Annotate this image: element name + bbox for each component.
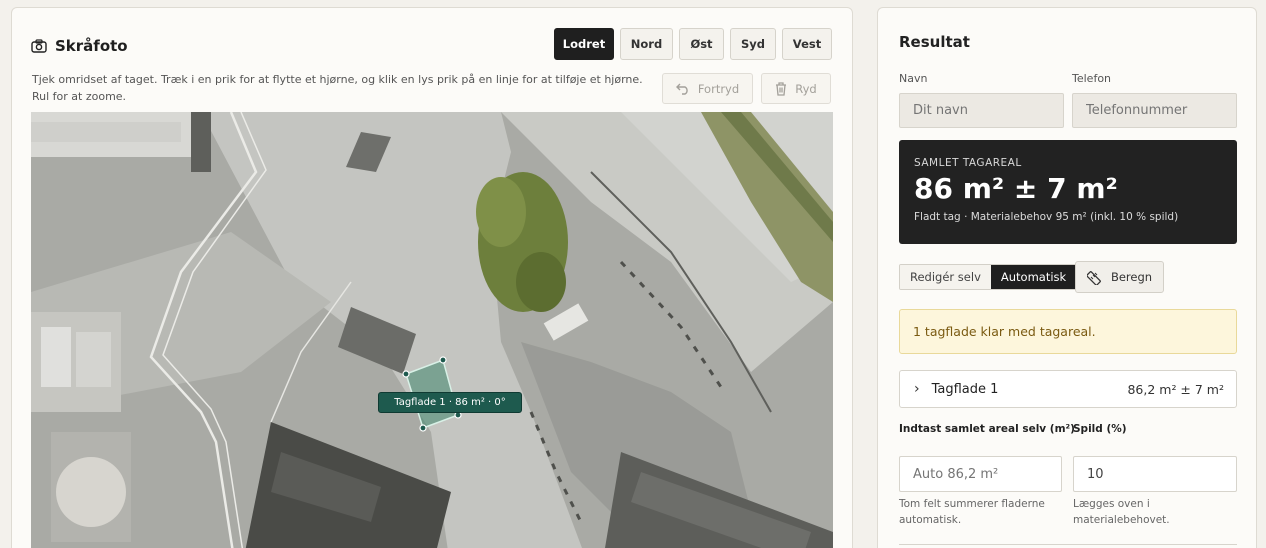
summary-value: 86 m² ± 7 m² [914, 172, 1118, 205]
facet-name: Tagflade 1 [931, 381, 999, 397]
calculate-label: Beregn [1110, 270, 1153, 284]
aerial-image [31, 112, 833, 548]
result-title: Resultat [899, 33, 970, 51]
waste-input-label: Spild (%) [1073, 423, 1127, 435]
roof-facet-row[interactable]: › Tagflade 1 86,2 m² ± 7 m² [899, 370, 1237, 408]
ruler-icon [1086, 271, 1101, 285]
panel-title: Skråfoto [55, 37, 128, 55]
result-panel: Resultat Navn Telefon SAMLET TAGAREAL 86… [877, 7, 1257, 548]
total-area-summary: SAMLET TAGAREAL 86 m² ± 7 m² Fladt tag ·… [899, 140, 1237, 244]
area-input-label: Indtast samlet areal selv (m²) [899, 423, 1075, 435]
facet-value: 86,2 m² ± 7 m² [1127, 381, 1224, 397]
summary-subtext: Fladt tag · Materialebehov 95 m² (inkl. … [914, 211, 1179, 223]
clear-label: Ryd [795, 81, 817, 96]
view-selector: Lodret Nord Øst Syd Vest [554, 28, 832, 60]
mode-toggle: Redigér selv Automatisk [899, 264, 1078, 290]
edit-tools: Fortryd Ryd [662, 73, 831, 104]
phone-input[interactable] [1072, 93, 1237, 128]
panel-title-row: Skråfoto [31, 37, 128, 55]
view-button-ost[interactable]: Øst [679, 28, 724, 60]
area-input[interactable] [899, 456, 1062, 492]
name-input[interactable] [899, 93, 1064, 128]
camera-icon [31, 39, 47, 53]
mode-manual-button[interactable]: Redigér selv [900, 265, 991, 289]
clear-button[interactable]: Ryd [761, 73, 831, 104]
trash-icon [776, 81, 787, 96]
view-button-vest[interactable]: Vest [782, 28, 832, 60]
mode-auto-button[interactable]: Automatisk [990, 265, 1077, 289]
undo-button[interactable]: Fortryd [662, 73, 753, 104]
summary-caption: SAMLET TAGAREAL [914, 157, 1022, 169]
view-button-nord[interactable]: Nord [620, 28, 673, 60]
instructions-text: Tjek omridset af taget. Træk i en prik f… [32, 73, 643, 103]
aerial-map[interactable]: Tagflade 1 · 86 m² · 0° [31, 112, 833, 548]
calculate-button[interactable]: Beregn [1075, 261, 1164, 293]
phone-label: Telefon [1072, 72, 1112, 85]
divider [899, 544, 1237, 545]
view-button-syd[interactable]: Syd [730, 28, 776, 60]
name-label: Navn [899, 72, 928, 85]
chevron-right-icon: › [914, 381, 920, 397]
status-notice: 1 tagflade klar med tagareal. [899, 309, 1237, 354]
waste-input[interactable]: 10 [1073, 456, 1237, 492]
aerial-photo-panel: Skråfoto Lodret Nord Øst Syd Vest Tjek o… [11, 7, 853, 548]
view-button-lodret[interactable]: Lodret [554, 28, 614, 60]
undo-label: Fortryd [697, 81, 740, 96]
undo-icon [675, 83, 688, 95]
roof-facet-label[interactable]: Tagflade 1 · 86 m² · 0° [378, 392, 522, 413]
area-help-text: Tom felt summerer fladerne automatisk. [899, 498, 1045, 526]
waste-help-text: Lægges oven i materialebehovet. [1073, 498, 1170, 526]
